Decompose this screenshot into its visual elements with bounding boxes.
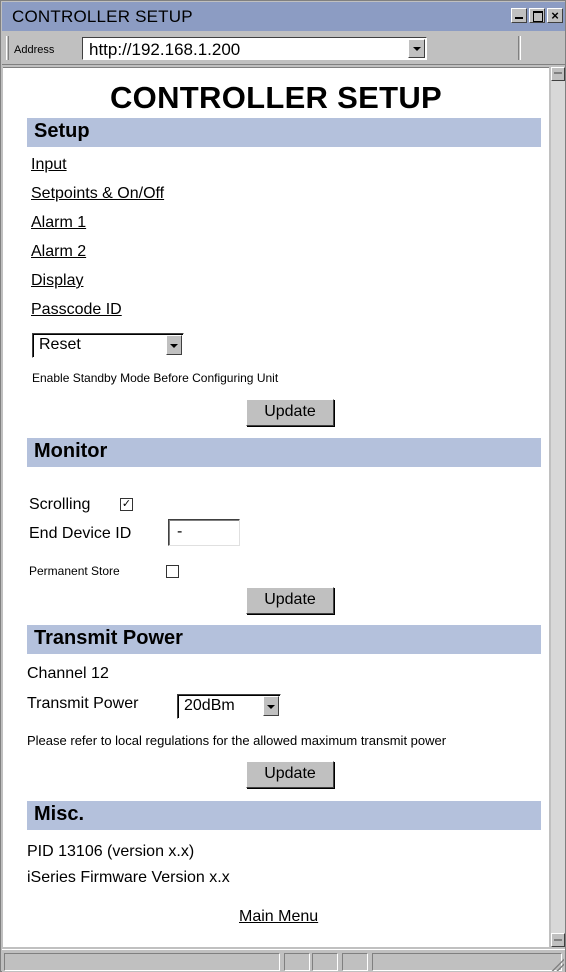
section-title-setup: Setup bbox=[34, 120, 90, 142]
status-zone-panel bbox=[372, 953, 562, 971]
status-panel-3 bbox=[342, 953, 368, 971]
maximize-icon bbox=[530, 9, 544, 22]
standby-note: Enable Standby Mode Before Configuring U… bbox=[32, 371, 279, 385]
setup-update-button[interactable]: Update bbox=[246, 399, 334, 426]
link-display[interactable]: Display bbox=[31, 272, 83, 290]
reset-select[interactable]: Reset bbox=[32, 333, 184, 358]
address-bar: Address http://192.168.1.200 bbox=[2, 32, 565, 65]
minimize-icon bbox=[512, 9, 526, 22]
scroll-up-button[interactable] bbox=[551, 67, 565, 81]
close-icon: × bbox=[551, 8, 559, 23]
minimize-button[interactable] bbox=[511, 8, 527, 23]
section-title-transmit-power: Transmit Power bbox=[34, 627, 183, 649]
link-passcode-id[interactable]: Passcode ID bbox=[31, 301, 122, 319]
toolbar-grip-right[interactable] bbox=[518, 36, 521, 60]
check-icon: ✓ bbox=[121, 498, 132, 510]
section-header-setup: Setup bbox=[27, 118, 541, 147]
monitor-update-button[interactable]: Update bbox=[246, 587, 334, 614]
scrolling-label: Scrolling bbox=[29, 496, 91, 513]
status-panel-2 bbox=[312, 953, 338, 971]
main-menu-link[interactable]: Main Menu bbox=[239, 908, 318, 926]
window-title: CONTROLLER SETUP bbox=[12, 7, 193, 26]
status-main-panel bbox=[4, 953, 280, 971]
vertical-scrollbar[interactable] bbox=[551, 67, 565, 947]
maximize-button[interactable] bbox=[529, 8, 545, 23]
resize-grip-icon[interactable] bbox=[550, 957, 564, 971]
section-header-transmit-power: Transmit Power bbox=[27, 625, 541, 654]
link-alarm-1[interactable]: Alarm 1 bbox=[31, 214, 86, 232]
end-device-id-value: - bbox=[177, 523, 183, 540]
transmit-power-label: Transmit Power bbox=[27, 695, 139, 712]
section-header-monitor: Monitor bbox=[27, 438, 541, 467]
pid-text: PID 13106 (version x.x) bbox=[27, 843, 195, 860]
firmware-text: iSeries Firmware Version x.x bbox=[27, 869, 230, 886]
status-panel-1 bbox=[284, 953, 310, 971]
section-title-monitor: Monitor bbox=[34, 440, 108, 462]
window-controls: × bbox=[511, 8, 563, 23]
chevron-down-icon[interactable] bbox=[263, 696, 279, 716]
chevron-down-icon[interactable] bbox=[166, 335, 182, 355]
end-device-id-input[interactable]: - bbox=[168, 519, 240, 546]
toolbar-grip[interactable] bbox=[6, 36, 9, 60]
address-label: Address bbox=[14, 44, 55, 56]
link-input[interactable]: Input bbox=[31, 156, 67, 174]
end-device-label: End Device ID bbox=[29, 525, 132, 542]
address-input[interactable]: http://192.168.1.200 bbox=[82, 37, 427, 60]
permanent-store-label: Permanent Store bbox=[29, 564, 120, 578]
transmit-power-value: 20dBm bbox=[184, 697, 235, 714]
page-content: CONTROLLER SETUP Setup Input Setpoints &… bbox=[3, 67, 549, 947]
address-dropdown-button[interactable] bbox=[408, 39, 425, 58]
reset-select-value: Reset bbox=[39, 336, 81, 353]
link-alarm-2[interactable]: Alarm 2 bbox=[31, 243, 86, 261]
transmit-update-button[interactable]: Update bbox=[246, 761, 334, 788]
page-title: CONTROLLER SETUP bbox=[109, 80, 443, 115]
permanent-store-checkbox[interactable] bbox=[166, 565, 179, 578]
status-bar bbox=[2, 949, 565, 972]
section-title-misc: Misc. bbox=[34, 803, 85, 825]
close-button[interactable]: × bbox=[547, 8, 563, 23]
address-url: http://192.168.1.200 bbox=[89, 40, 241, 59]
browser-window: CONTROLLER SETUP × Address http://192.16… bbox=[0, 0, 566, 972]
scroll-down-button[interactable] bbox=[551, 933, 565, 947]
link-setpoints[interactable]: Setpoints & On/Off bbox=[31, 185, 164, 203]
channel-text: Channel 12 bbox=[27, 665, 109, 682]
scrolling-checkbox[interactable]: ✓ bbox=[120, 498, 133, 511]
regulations-note: Please refer to local regulations for th… bbox=[27, 733, 447, 748]
section-header-misc: Misc. bbox=[27, 801, 541, 830]
transmit-power-select[interactable]: 20dBm bbox=[177, 694, 281, 719]
title-bar: CONTROLLER SETUP × bbox=[2, 2, 565, 31]
